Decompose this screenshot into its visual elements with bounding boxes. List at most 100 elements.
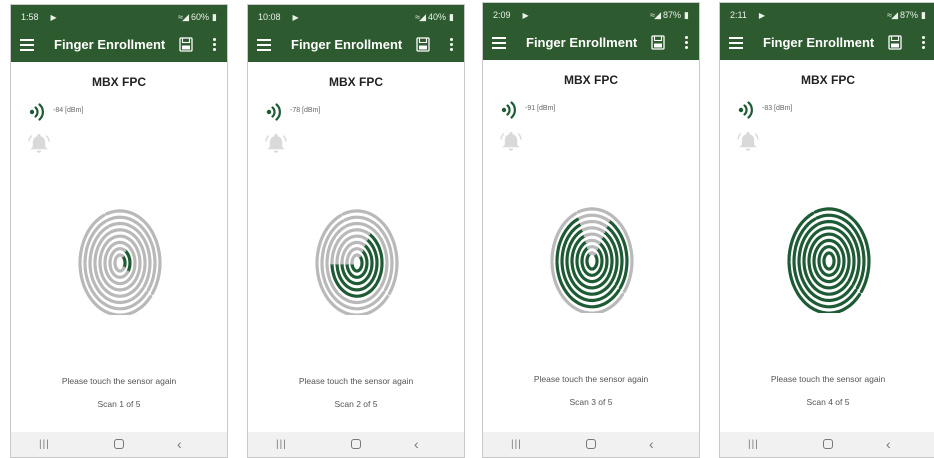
fingerprint-ridge — [109, 228, 134, 236]
fingerprint-ridge — [116, 253, 124, 258]
enrollment-content: MBX FPC -78 [dBm] Please touch the senso… — [248, 62, 464, 435]
status-right: ≈◢ 87% ▮ — [887, 3, 926, 27]
system-nav-bar: ||| ‹ — [248, 432, 464, 457]
fingerprint-icon — [78, 209, 162, 315]
recents-icon[interactable]: ||| — [748, 439, 759, 450]
status-bar: 2:11 ▶ ≈◢ 87% ▮ — [720, 3, 934, 27]
back-icon[interactable]: ‹ — [886, 436, 891, 452]
save-icon[interactable] — [416, 37, 430, 52]
fingerprint-ridge — [818, 226, 843, 234]
rssi-value: -91 [dBm] — [525, 105, 556, 112]
phone-screen-scan-4: 2:11 ▶ ≈◢ 87% ▮ Finger Enrollment MBX FP… — [719, 2, 934, 458]
instruction-text: Please touch the sensor again — [533, 374, 649, 384]
hamburger-menu-icon[interactable] — [20, 39, 34, 51]
fingerprint-icon — [550, 207, 634, 313]
fingerprint-ridge — [352, 247, 364, 252]
battery-percent: 87% — [663, 10, 682, 20]
save-icon[interactable] — [888, 35, 902, 50]
fingerprint-ridge — [825, 251, 833, 256]
page-title: Finger Enrollment — [54, 37, 166, 52]
hamburger-menu-icon[interactable] — [492, 37, 506, 49]
app-bar: Finger Enrollment — [720, 27, 934, 60]
bell-icon — [28, 134, 50, 153]
status-bar: 1:58 ▶ ≈◢ 60% ▮ — [11, 5, 227, 29]
fingerprint-ridge — [817, 219, 845, 228]
system-nav-bar: ||| ‹ — [483, 432, 699, 457]
scan-progress-text: Scan 3 of 5 — [569, 397, 613, 407]
fingerprint-ridge — [357, 254, 364, 270]
recents-icon[interactable]: ||| — [39, 439, 50, 450]
status-time: 1:58 — [21, 12, 39, 22]
system-nav-bar: ||| ‹ — [720, 432, 934, 457]
rssi-value: -83 [dBm] — [762, 105, 793, 112]
device-name: MBX FPC — [801, 73, 855, 87]
phone-screen-scan-2: 10:08 ▶ ≈◢ 40% ▮ Finger Enrollment MBX F… — [247, 4, 465, 458]
scan-progress-text: Scan 1 of 5 — [97, 399, 141, 409]
wifi-signal-icon: ≈◢ — [650, 9, 661, 20]
instruction-text: Please touch the sensor again — [770, 374, 886, 384]
fingerprint-ridge — [120, 254, 127, 270]
signal-strength-icon — [266, 103, 281, 121]
status-time: 2:11 — [730, 10, 747, 20]
play-store-icon: ▶ — [758, 10, 766, 20]
save-icon[interactable] — [179, 37, 193, 52]
play-store-icon: ▶ — [50, 12, 57, 22]
bell-icon — [265, 134, 287, 153]
device-name: MBX FPC — [329, 75, 383, 89]
fingerprint-ridge — [108, 221, 136, 230]
play-store-icon: ▶ — [292, 12, 299, 22]
enrollment-content: MBX FPC -83 [dBm] Please touch the senso… — [720, 60, 934, 433]
home-icon[interactable] — [823, 439, 833, 449]
battery-percent: 87% — [900, 10, 919, 20]
fingerprint-ridge — [111, 234, 131, 241]
recents-icon[interactable]: ||| — [276, 439, 287, 450]
app-bar: Finger Enrollment — [248, 29, 464, 62]
fingerprint-ridge — [113, 240, 129, 247]
back-icon[interactable]: ‹ — [177, 436, 182, 452]
page-title: Finger Enrollment — [763, 35, 875, 50]
fingerprint-ridge — [820, 232, 840, 239]
fingerprint-icon — [787, 207, 871, 313]
signal-strength-icon — [29, 103, 44, 121]
save-icon[interactable] — [651, 35, 665, 50]
status-time: 2:09 — [493, 10, 511, 20]
wifi-signal-icon: ≈◢ — [178, 11, 189, 22]
bell-icon — [500, 132, 522, 151]
wifi-signal-icon: ≈◢ — [887, 9, 898, 20]
home-icon[interactable] — [586, 439, 596, 449]
rssi-value: -78 [dBm] — [290, 107, 321, 114]
hamburger-menu-icon[interactable] — [729, 37, 743, 49]
instruction-text: Please touch the sensor again — [298, 376, 414, 386]
recents-icon[interactable]: ||| — [511, 439, 522, 450]
battery-icon: ▮ — [212, 11, 217, 22]
fingerprint-icon — [315, 209, 399, 315]
battery-icon: ▮ — [921, 9, 926, 20]
device-name: MBX FPC — [564, 73, 618, 87]
more-vert-icon[interactable] — [685, 36, 689, 50]
fingerprint-ridge — [113, 261, 126, 273]
fingerprint-ridge — [822, 259, 835, 271]
signal-strength-icon — [738, 101, 753, 119]
system-nav-bar: ||| ‹ — [11, 432, 227, 457]
back-icon[interactable]: ‹ — [649, 436, 654, 452]
status-right: ≈◢ 87% ▮ — [650, 3, 689, 27]
fingerprint-ridge — [580, 219, 608, 228]
hamburger-menu-icon[interactable] — [257, 39, 271, 51]
more-vert-icon[interactable] — [213, 38, 217, 52]
back-icon[interactable]: ‹ — [414, 436, 419, 452]
fingerprint-ridge — [343, 215, 375, 225]
fingerprint-ridge — [585, 238, 601, 245]
home-icon[interactable] — [114, 439, 124, 449]
status-time: 10:08 — [258, 12, 281, 22]
fingerprint-ridge — [350, 261, 363, 273]
fingerprint-ridge — [353, 253, 361, 258]
more-vert-icon[interactable] — [922, 36, 926, 50]
home-icon[interactable] — [351, 439, 361, 449]
device-name: MBX FPC — [92, 75, 146, 89]
fingerprint-ridge — [587, 245, 599, 250]
status-bar: 2:09 ▶ ≈◢ 87% ▮ — [483, 3, 699, 27]
phone-screen-scan-1: 1:58 ▶ ≈◢ 60% ▮ Finger Enrollment MBX FP… — [10, 4, 228, 458]
status-right: ≈◢ 60% ▮ — [178, 5, 217, 29]
battery-percent: 60% — [191, 12, 210, 22]
more-vert-icon[interactable] — [450, 38, 454, 52]
